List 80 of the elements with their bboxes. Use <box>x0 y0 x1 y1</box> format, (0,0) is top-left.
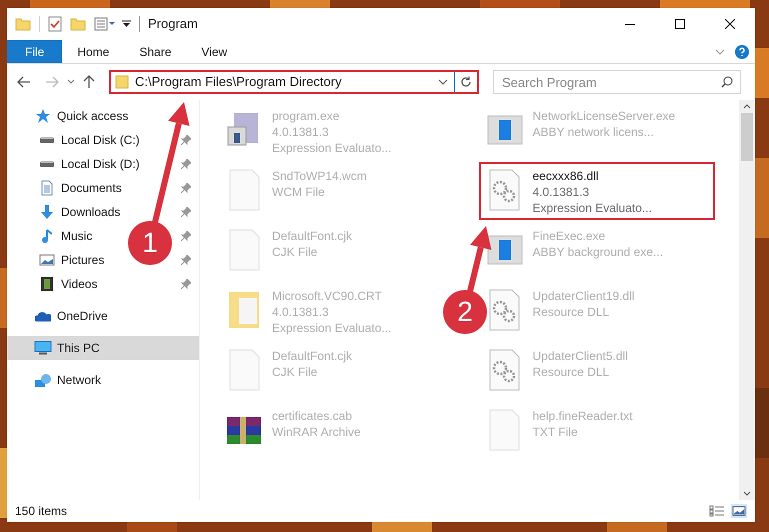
search-icon[interactable] <box>721 76 733 88</box>
large-icons-view-icon[interactable] <box>731 504 747 518</box>
file-detail: WinRAR Archive <box>272 424 361 440</box>
gear-file-icon[interactable] <box>489 169 520 211</box>
archive-icon[interactable] <box>227 416 261 444</box>
pin-icon[interactable] <box>181 183 191 193</box>
nav-item[interactable]: Local Disk (C:) <box>37 131 140 149</box>
document-icon <box>41 180 53 196</box>
nav-item[interactable]: This PC <box>7 336 199 360</box>
nav-item[interactable]: Videos <box>37 275 98 293</box>
file-detail: CJK File <box>272 364 318 380</box>
application-icon[interactable] <box>486 235 522 265</box>
search-field[interactable]: Search Program <box>493 70 741 94</box>
up-icon[interactable] <box>83 75 95 89</box>
file-detail: 4.0.1381.3 <box>272 304 329 320</box>
file-name[interactable]: eecxxx86.dll <box>532 168 599 184</box>
drive-icon <box>40 160 54 168</box>
file-detail: Expression Evaluato... <box>272 320 392 336</box>
pin-icon[interactable] <box>181 207 191 217</box>
file-detail: CJK File <box>272 244 318 260</box>
nav-item[interactable]: Pictures <box>37 251 104 269</box>
cloud-icon <box>35 310 51 322</box>
gear-file-icon[interactable] <box>489 349 520 391</box>
nav-item[interactable]: Network <box>33 371 102 389</box>
file-detail: 4.0.1381.3 <box>532 184 590 200</box>
ribbon-tab[interactable]: Home <box>62 40 124 63</box>
file-detail: TXT File <box>532 424 578 440</box>
film-icon <box>41 277 53 291</box>
pin-icon[interactable] <box>181 135 191 145</box>
network-icon <box>35 374 51 386</box>
item-count: 150 items <box>15 503 68 520</box>
nav-item[interactable]: Documents <box>37 179 122 197</box>
download-icon <box>41 205 53 219</box>
pin-icon[interactable] <box>181 231 191 241</box>
star-icon <box>35 108 51 124</box>
refresh-icon[interactable] <box>460 76 472 88</box>
file-detail: WCM File <box>272 184 325 200</box>
pin-icon[interactable] <box>181 255 191 265</box>
file-detail: 4.0.1381.3 <box>272 124 329 140</box>
address-path: C:\Program Files\Program Directory <box>135 73 342 92</box>
nav-item[interactable]: Music <box>37 227 92 245</box>
folder-icon <box>115 75 129 89</box>
file-detail: ABBY background exe... <box>532 244 664 260</box>
application-icon[interactable] <box>486 115 522 145</box>
scroll-up-icon[interactable] <box>743 104 751 109</box>
image-icon <box>39 254 55 266</box>
pin-icon[interactable] <box>181 279 191 289</box>
file-detail: Expression Evaluato... <box>532 200 652 216</box>
close-icon[interactable] <box>725 19 735 29</box>
details-view-icon[interactable] <box>709 505 725 517</box>
drive-icon <box>40 136 54 144</box>
dropdown-icon[interactable] <box>122 20 131 28</box>
monitor-icon <box>34 341 52 355</box>
ribbon-tab[interactable]: Share <box>124 40 186 63</box>
properties-icon[interactable] <box>94 17 116 31</box>
music-note-icon <box>42 229 52 243</box>
file-detail: Expression Evaluato... <box>272 140 392 156</box>
help-icon[interactable] <box>735 44 749 58</box>
nav-item[interactable]: Quick access <box>33 107 128 125</box>
dropdown-icon[interactable] <box>438 79 448 85</box>
ribbon-tab[interactable]: File <box>7 40 62 63</box>
file-detail: ABBY network licens... <box>532 124 654 140</box>
file-detail: Resource DLL <box>532 304 610 320</box>
scroll-down-icon[interactable] <box>743 491 751 496</box>
maximize-icon[interactable] <box>675 19 685 29</box>
file-detail: Resource DLL <box>532 364 610 380</box>
window-title: Program <box>148 15 198 34</box>
back-icon[interactable] <box>17 76 31 88</box>
pin-icon[interactable] <box>181 159 191 169</box>
chevron-icon[interactable] <box>715 48 725 54</box>
application-icon[interactable] <box>227 112 261 148</box>
nav-item[interactable]: Downloads <box>37 203 120 221</box>
nav-item[interactable]: Local Disk (D:) <box>37 155 140 173</box>
nav-item[interactable]: OneDrive <box>33 307 108 325</box>
ribbon-tab[interactable]: View <box>186 40 242 63</box>
address-bar[interactable]: C:\Program Files\Program Directory <box>109 70 479 94</box>
arrow <box>466 226 492 294</box>
scrollbar-thumb[interactable] <box>741 113 753 161</box>
checklist-icon[interactable] <box>48 16 62 32</box>
gear-file-icon[interactable] <box>489 289 520 331</box>
